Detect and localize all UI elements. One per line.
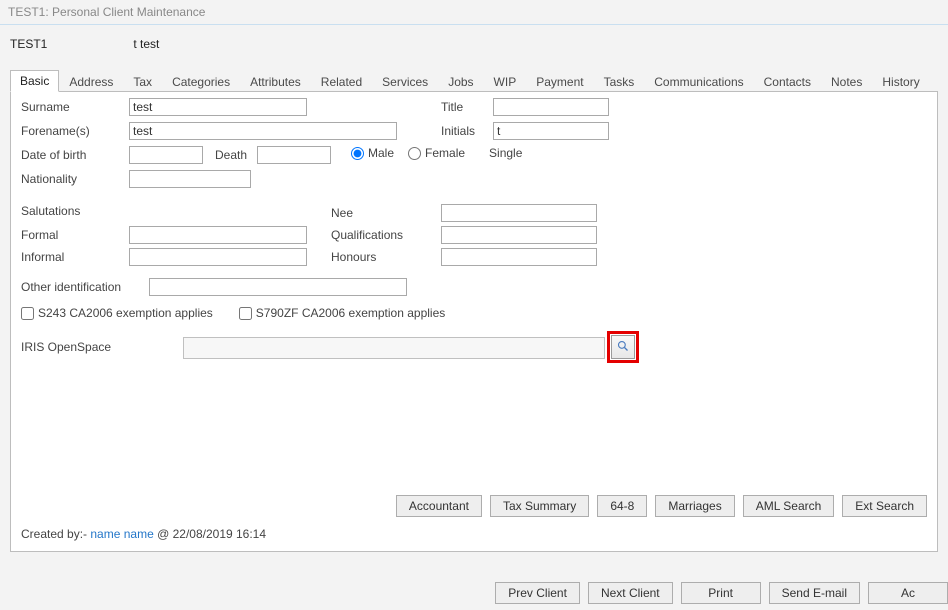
- created-suffix: @ 22/08/2019 16:14: [157, 527, 266, 541]
- label-dob: Date of birth: [21, 148, 129, 162]
- input-otherident[interactable]: [149, 278, 407, 296]
- highlight-search: [607, 331, 639, 363]
- radio-male[interactable]: Male: [351, 146, 394, 160]
- tab-basic[interactable]: Basic: [10, 70, 59, 92]
- label-salutations: Salutations: [21, 204, 80, 218]
- label-title: Title: [441, 100, 493, 114]
- input-nee[interactable]: [441, 204, 597, 222]
- tab-communications[interactable]: Communications: [644, 71, 753, 92]
- window: TEST1: Personal Client Maintenance TEST1…: [0, 0, 948, 610]
- label-formal: Formal: [21, 228, 129, 242]
- input-nationality[interactable]: [129, 170, 251, 188]
- tab-attributes[interactable]: Attributes: [240, 71, 311, 92]
- button-accountant[interactable]: Accountant: [396, 495, 482, 517]
- tab-payment[interactable]: Payment: [526, 71, 593, 92]
- input-qualifications[interactable]: [441, 226, 597, 244]
- tab-panel-basic: Surname Title Forename(s) Initials Date …: [10, 92, 938, 552]
- label-nee: Nee: [331, 206, 441, 220]
- label-informal: Informal: [21, 250, 129, 264]
- tab-categories[interactable]: Categories: [162, 71, 240, 92]
- input-title[interactable]: [493, 98, 609, 116]
- label-initials: Initials: [441, 124, 493, 138]
- label-nationality: Nationality: [21, 172, 129, 186]
- client-code: TEST1: [10, 37, 130, 51]
- input-openspace[interactable]: [183, 337, 605, 359]
- label-male: Male: [368, 146, 394, 160]
- label-forenames: Forename(s): [21, 124, 129, 138]
- search-icon: [617, 340, 629, 355]
- input-honours[interactable]: [441, 248, 597, 266]
- checkbox-s790zf[interactable]: S790ZF CA2006 exemption applies: [239, 306, 445, 320]
- input-death[interactable]: [257, 146, 331, 164]
- tab-strip: BasicAddressTaxCategoriesAttributesRelat…: [10, 69, 938, 92]
- button-marriages[interactable]: Marriages: [655, 495, 734, 517]
- tab-jobs[interactable]: Jobs: [438, 71, 483, 92]
- label-openspace: IRIS OpenSpace: [21, 340, 111, 354]
- created-by: Created by:- name name @ 22/08/2019 16:1…: [21, 527, 266, 541]
- label-female: Female: [425, 146, 465, 160]
- tab-services[interactable]: Services: [372, 71, 438, 92]
- tab-notes[interactable]: Notes: [821, 71, 872, 92]
- button-64-8[interactable]: 64-8: [597, 495, 647, 517]
- tab-contacts[interactable]: Contacts: [754, 71, 821, 92]
- button-ac[interactable]: Ac: [868, 582, 948, 604]
- button-send-e-mail[interactable]: Send E-mail: [769, 582, 860, 604]
- button-aml-search[interactable]: AML Search: [743, 495, 835, 517]
- input-forenames[interactable]: [129, 122, 397, 140]
- created-prefix: Created by:-: [21, 527, 90, 541]
- input-initials[interactable]: [493, 122, 609, 140]
- input-informal[interactable]: [129, 248, 307, 266]
- panel-button-row: Accountant Tax Summary 64-8 Marriages AML Se…: [396, 495, 927, 517]
- button-tax-summary[interactable]: Tax Summary: [490, 495, 589, 517]
- input-formal[interactable]: [129, 226, 307, 244]
- input-surname[interactable]: [129, 98, 307, 116]
- tab-related[interactable]: Related: [311, 71, 372, 92]
- label-otherident: Other identification: [21, 280, 149, 294]
- label-single: Single: [489, 146, 522, 160]
- label-s790zf: S790ZF CA2006 exemption applies: [256, 306, 445, 320]
- radio-female[interactable]: Female: [408, 146, 465, 160]
- tab-address[interactable]: Address: [59, 71, 123, 92]
- tab-tax[interactable]: Tax: [123, 71, 162, 92]
- client-header: TEST1 t test: [0, 25, 948, 55]
- created-user-link[interactable]: name name: [90, 527, 153, 541]
- label-surname: Surname: [21, 100, 129, 114]
- openspace-search-button[interactable]: [611, 335, 635, 359]
- client-name: t test: [133, 37, 159, 51]
- tab-history[interactable]: History: [872, 71, 929, 92]
- label-honours: Honours: [331, 250, 441, 264]
- window-title: TEST1: Personal Client Maintenance: [0, 0, 948, 25]
- label-death: Death: [215, 148, 247, 162]
- checkbox-s243[interactable]: S243 CA2006 exemption applies: [21, 306, 213, 320]
- footer-button-row: Prev Client Next Client Print Send E-mail Ac: [495, 582, 948, 604]
- label-s243: S243 CA2006 exemption applies: [38, 306, 213, 320]
- button-print[interactable]: Print: [681, 582, 761, 604]
- input-dob[interactable]: [129, 146, 203, 164]
- label-qualifications: Qualifications: [331, 228, 441, 242]
- button-prev-client[interactable]: Prev Client: [495, 582, 580, 604]
- tab-tasks[interactable]: Tasks: [594, 71, 645, 92]
- tab-wip[interactable]: WIP: [484, 71, 527, 92]
- button-next-client[interactable]: Next Client: [588, 582, 673, 604]
- button-ext-search[interactable]: Ext Search: [842, 495, 927, 517]
